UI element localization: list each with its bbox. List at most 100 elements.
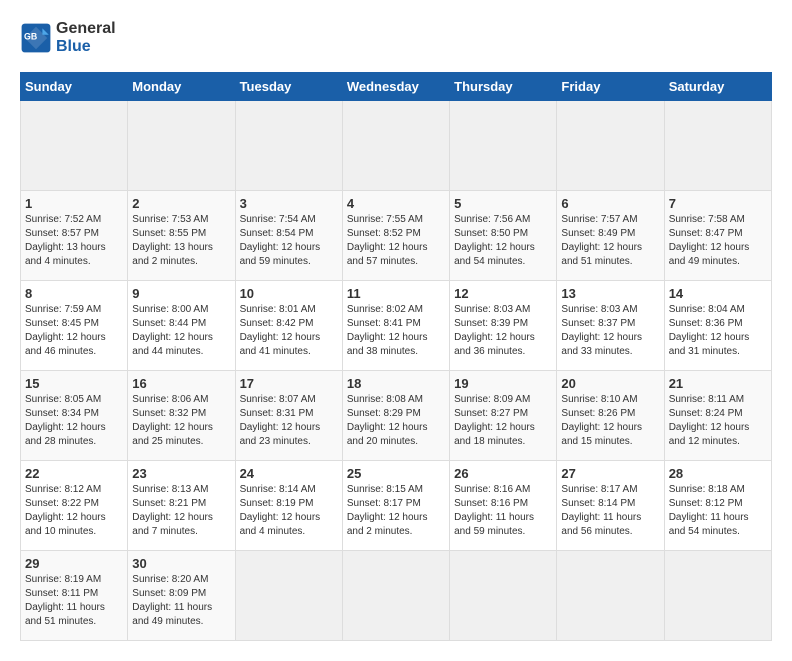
day-number: 23 (132, 466, 230, 481)
calendar-cell: 19 Sunrise: 8:09 AM Sunset: 8:27 PM Dayli… (450, 371, 557, 461)
calendar-cell: 13 Sunrise: 8:03 AM Sunset: 8:37 PM Dayli… (557, 281, 664, 371)
col-header-sunday: Sunday (21, 73, 128, 101)
day-number: 20 (561, 376, 659, 391)
logo: GB General Blue (20, 20, 116, 56)
day-number: 7 (669, 196, 767, 211)
day-number: 11 (347, 286, 445, 301)
day-info: Sunrise: 8:17 AM Sunset: 8:14 PM Dayligh… (561, 483, 659, 539)
day-info: Sunrise: 7:54 AM Sunset: 8:54 PM Dayligh… (240, 213, 338, 269)
day-info: Sunrise: 7:57 AM Sunset: 8:49 PM Dayligh… (561, 213, 659, 269)
calendar-cell (557, 551, 664, 641)
calendar-cell (664, 551, 771, 641)
day-info: Sunrise: 7:58 AM Sunset: 8:47 PM Dayligh… (669, 213, 767, 269)
day-info: Sunrise: 8:12 AM Sunset: 8:22 PM Dayligh… (25, 483, 123, 539)
calendar-cell (342, 551, 449, 641)
calendar-cell: 8Sunrise: 7:59 AM Sunset: 8:45 PM Daylig… (21, 281, 128, 371)
day-number: 28 (669, 466, 767, 481)
day-info: Sunrise: 8:03 AM Sunset: 8:37 PM Dayligh… (561, 303, 659, 359)
calendar-week-row: 29 Sunrise: 8:19 AM Sunset: 8:11 PM Dayli… (21, 551, 772, 641)
day-info: Sunrise: 8:11 AM Sunset: 8:24 PM Dayligh… (669, 393, 767, 449)
svg-text:GB: GB (24, 32, 37, 42)
day-info: Sunrise: 7:55 AM Sunset: 8:52 PM Dayligh… (347, 213, 445, 269)
logo-icon: GB (20, 22, 52, 54)
calendar-cell: 10Sunrise: 8:01 AM Sunset: 8:42 PM Dayli… (235, 281, 342, 371)
calendar-table: SundayMondayTuesdayWednesdayThursdayFrid… (20, 72, 772, 641)
calendar-cell: 26Sunrise: 8:16 AM Sunset: 8:16 PM Dayli… (450, 461, 557, 551)
calendar-cell (235, 551, 342, 641)
day-info: Sunrise: 8:13 AM Sunset: 8:21 PM Dayligh… (132, 483, 230, 539)
calendar-cell: 6Sunrise: 7:57 AM Sunset: 8:49 PM Daylig… (557, 191, 664, 281)
day-info: Sunrise: 8:20 AM Sunset: 8:09 PM Dayligh… (132, 573, 230, 629)
day-info: Sunrise: 8:08 AM Sunset: 8:29 PM Dayligh… (347, 393, 445, 449)
col-header-monday: Monday (128, 73, 235, 101)
day-number: 16 (132, 376, 230, 391)
day-number: 2 (132, 196, 230, 211)
calendar-cell: 4 Sunrise: 7:55 AM Sunset: 8:52 PM Daylig… (342, 191, 449, 281)
day-info: Sunrise: 8:14 AM Sunset: 8:19 PM Dayligh… (240, 483, 338, 539)
day-number: 29 (25, 556, 123, 571)
calendar-cell: 16Sunrise: 8:06 AM Sunset: 8:32 PM Dayli… (128, 371, 235, 461)
day-number: 25 (347, 466, 445, 481)
col-header-saturday: Saturday (664, 73, 771, 101)
col-header-tuesday: Tuesday (235, 73, 342, 101)
col-header-wednesday: Wednesday (342, 73, 449, 101)
page-header: GB General Blue (20, 20, 772, 56)
day-number: 8 (25, 286, 123, 301)
day-info: Sunrise: 8:03 AM Sunset: 8:39 PM Dayligh… (454, 303, 552, 359)
day-info: Sunrise: 8:18 AM Sunset: 8:12 PM Dayligh… (669, 483, 767, 539)
calendar-cell: 23 Sunrise: 8:13 AM Sunset: 8:21 PM Dayli… (128, 461, 235, 551)
day-info: Sunrise: 8:19 AM Sunset: 8:11 PM Dayligh… (25, 573, 123, 629)
day-number: 18 (347, 376, 445, 391)
calendar-cell: 18 Sunrise: 8:08 AM Sunset: 8:29 PM Dayli… (342, 371, 449, 461)
day-number: 21 (669, 376, 767, 391)
calendar-cell: 2Sunrise: 7:53 AM Sunset: 8:55 PM Daylig… (128, 191, 235, 281)
day-number: 12 (454, 286, 552, 301)
col-header-thursday: Thursday (450, 73, 557, 101)
day-number: 27 (561, 466, 659, 481)
calendar-cell: 9 Sunrise: 8:00 AM Sunset: 8:44 PM Daylig… (128, 281, 235, 371)
calendar-cell (342, 101, 449, 191)
day-number: 13 (561, 286, 659, 301)
calendar-cell: 17 Sunrise: 8:07 AM Sunset: 8:31 PM Dayli… (235, 371, 342, 461)
day-number: 22 (25, 466, 123, 481)
calendar-header-row: SundayMondayTuesdayWednesdayThursdayFrid… (21, 73, 772, 101)
calendar-cell (557, 101, 664, 191)
day-info: Sunrise: 8:00 AM Sunset: 8:44 PM Dayligh… (132, 303, 230, 359)
calendar-cell: 1 Sunrise: 7:52 AM Sunset: 8:57 PM Daylig… (21, 191, 128, 281)
day-number: 30 (132, 556, 230, 571)
calendar-cell (450, 101, 557, 191)
day-info: Sunrise: 7:56 AM Sunset: 8:50 PM Dayligh… (454, 213, 552, 269)
day-info: Sunrise: 8:15 AM Sunset: 8:17 PM Dayligh… (347, 483, 445, 539)
day-number: 4 (347, 196, 445, 211)
day-number: 24 (240, 466, 338, 481)
day-info: Sunrise: 8:07 AM Sunset: 8:31 PM Dayligh… (240, 393, 338, 449)
day-number: 19 (454, 376, 552, 391)
day-number: 14 (669, 286, 767, 301)
day-info: Sunrise: 8:10 AM Sunset: 8:26 PM Dayligh… (561, 393, 659, 449)
calendar-cell: 27 Sunrise: 8:17 AM Sunset: 8:14 PM Dayli… (557, 461, 664, 551)
day-number: 5 (454, 196, 552, 211)
calendar-cell: 22 Sunrise: 8:12 AM Sunset: 8:22 PM Dayli… (21, 461, 128, 551)
day-info: Sunrise: 8:09 AM Sunset: 8:27 PM Dayligh… (454, 393, 552, 449)
day-info: Sunrise: 7:52 AM Sunset: 8:57 PM Dayligh… (25, 213, 123, 269)
calendar-cell: 24 Sunrise: 8:14 AM Sunset: 8:19 PM Dayli… (235, 461, 342, 551)
day-info: Sunrise: 8:01 AM Sunset: 8:42 PM Dayligh… (240, 303, 338, 359)
calendar-cell: 12 Sunrise: 8:03 AM Sunset: 8:39 PM Dayli… (450, 281, 557, 371)
day-number: 3 (240, 196, 338, 211)
calendar-cell (21, 101, 128, 191)
day-number: 1 (25, 196, 123, 211)
calendar-cell: 29 Sunrise: 8:19 AM Sunset: 8:11 PM Dayli… (21, 551, 128, 641)
calendar-cell: 14 Sunrise: 8:04 AM Sunset: 8:36 PM Dayli… (664, 281, 771, 371)
calendar-week-row: 1 Sunrise: 7:52 AM Sunset: 8:57 PM Daylig… (21, 191, 772, 281)
calendar-cell (235, 101, 342, 191)
calendar-week-row: 22 Sunrise: 8:12 AM Sunset: 8:22 PM Dayli… (21, 461, 772, 551)
day-info: Sunrise: 8:04 AM Sunset: 8:36 PM Dayligh… (669, 303, 767, 359)
calendar-cell: 5 Sunrise: 7:56 AM Sunset: 8:50 PM Daylig… (450, 191, 557, 281)
day-number: 9 (132, 286, 230, 301)
calendar-cell: 28 Sunrise: 8:18 AM Sunset: 8:12 PM Dayli… (664, 461, 771, 551)
day-number: 17 (240, 376, 338, 391)
calendar-cell: 15Sunrise: 8:05 AM Sunset: 8:34 PM Dayli… (21, 371, 128, 461)
calendar-cell: 7 Sunrise: 7:58 AM Sunset: 8:47 PM Daylig… (664, 191, 771, 281)
calendar-week-row: 15Sunrise: 8:05 AM Sunset: 8:34 PM Dayli… (21, 371, 772, 461)
calendar-cell: 30 Sunrise: 8:20 AM Sunset: 8:09 PM Dayli… (128, 551, 235, 641)
